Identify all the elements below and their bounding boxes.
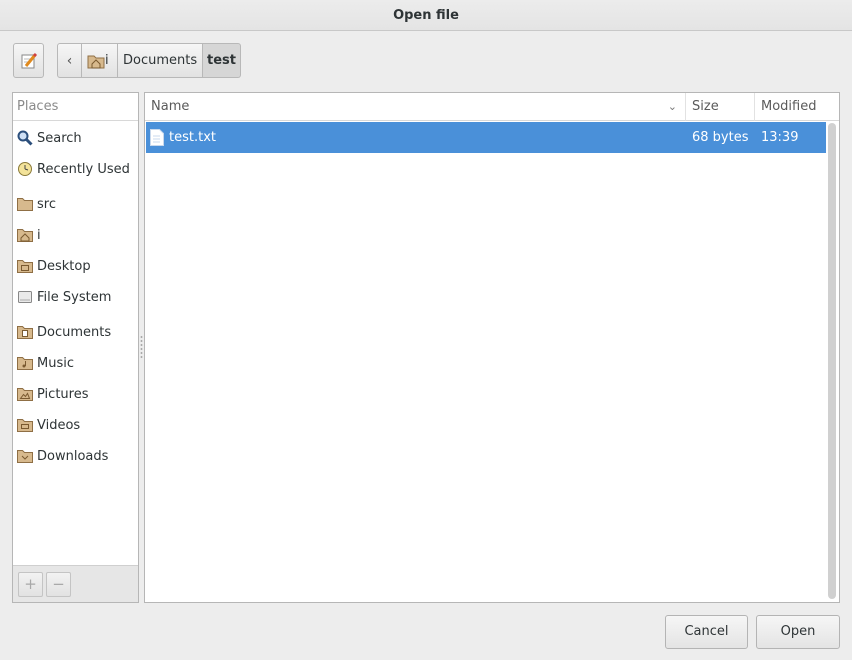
file-list: Name ⌄ Size Modified test.txt 68 bytes 1… [144, 92, 840, 603]
downloads-folder-icon [17, 448, 33, 464]
sidebar-item-documents[interactable]: Documents [13, 318, 138, 346]
chevron-left-icon: ‹ [66, 52, 73, 69]
column-header-modified[interactable]: Modified [755, 93, 839, 121]
videos-folder-icon [17, 417, 33, 433]
search-icon [17, 130, 33, 146]
sidebar-item-pictures[interactable]: Pictures [13, 380, 138, 408]
sidebar-item-label: File System [37, 289, 112, 305]
sidebar-item-downloads[interactable]: Downloads [13, 442, 138, 470]
sidebar-item-file-system[interactable]: File System [13, 283, 138, 311]
pictures-folder-icon [17, 386, 33, 402]
documents-folder-icon [17, 324, 33, 340]
pencil-icon [21, 52, 37, 68]
desktop-folder-icon [17, 258, 33, 274]
sidebar-item-label: Search [37, 130, 82, 146]
type-location-button[interactable] [13, 43, 44, 78]
file-modified: 13:39 [761, 130, 799, 145]
sidebar-item-recently-used[interactable]: Recently Used [13, 155, 138, 183]
crumb-home-label: i [105, 53, 109, 68]
sidebar-item-videos[interactable]: Videos [13, 411, 138, 439]
cancel-button[interactable]: Cancel [665, 615, 748, 649]
file-row[interactable]: test.txt 68 bytes 13:39 [146, 122, 826, 153]
column-header-name[interactable]: Name ⌄ [145, 93, 686, 121]
pane-resize-handle[interactable] [140, 335, 143, 359]
sidebar-item-label: Recently Used [37, 161, 130, 177]
sidebar-item-desktop[interactable]: Desktop [13, 252, 138, 280]
sidebar-item-label: src [37, 196, 56, 212]
sidebar-item-label: Downloads [37, 448, 109, 464]
sidebar-item-music[interactable]: Music [13, 349, 138, 377]
folder-icon [17, 196, 33, 212]
crumb-documents[interactable]: Documents [118, 43, 203, 78]
path-back-button[interactable]: ‹ [57, 43, 82, 78]
file-name: test.txt [169, 130, 216, 145]
home-folder-icon [17, 227, 33, 243]
drive-icon [17, 289, 33, 305]
sidebar-toolbar: + − [13, 565, 138, 602]
column-name-label: Name [151, 99, 190, 114]
sidebar-item-label: Desktop [37, 258, 91, 274]
sidebar-item-label: i [37, 227, 41, 243]
sidebar-item-label: Pictures [37, 386, 89, 402]
sidebar-item-label: Music [37, 355, 74, 371]
crumb-home[interactable]: i [82, 43, 118, 78]
text-file-icon [150, 129, 164, 151]
dialog-title: Open file [0, 0, 852, 31]
places-header: Places [13, 93, 138, 121]
sidebar-item-label: Documents [37, 324, 112, 340]
sidebar-item-src[interactable]: src [13, 190, 138, 218]
home-folder-icon [87, 55, 105, 68]
scrollbar[interactable] [828, 123, 836, 599]
chevron-down-icon: ⌄ [667, 100, 677, 113]
file-size: 68 bytes [692, 130, 749, 145]
sidebar-item-home[interactable]: i [13, 221, 138, 249]
places-sidebar: Places Search Recently Used src i Deskto… [12, 92, 139, 603]
crumb-test[interactable]: test [203, 43, 241, 78]
remove-bookmark-button[interactable]: − [46, 572, 71, 597]
music-folder-icon [17, 355, 33, 371]
clock-icon [17, 161, 33, 177]
sidebar-item-label: Videos [37, 417, 81, 433]
column-header-size[interactable]: Size [686, 93, 755, 121]
add-bookmark-button[interactable]: + [18, 572, 43, 597]
open-button[interactable]: Open [756, 615, 840, 649]
sidebar-item-search[interactable]: Search [13, 124, 138, 152]
